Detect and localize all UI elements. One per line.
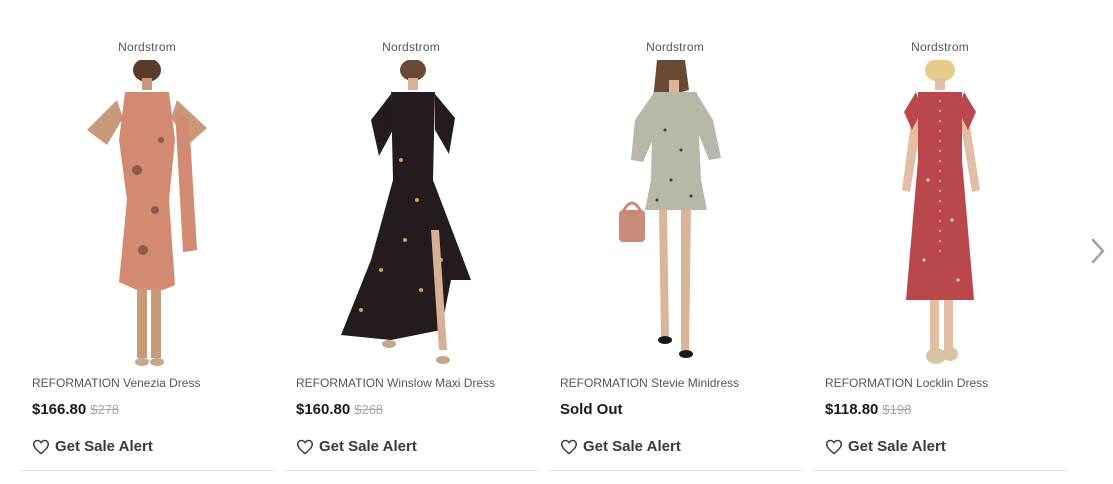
retailer-name: Nordstrom (118, 40, 176, 54)
product-card[interactable]: Nordstrom (814, 30, 1066, 471)
carousel-next-button[interactable] (1088, 236, 1108, 266)
sale-price: $166.80 (32, 401, 87, 418)
sold-out-status: Sold Out (560, 401, 623, 418)
product-card[interactable]: Nordstrom (549, 30, 801, 471)
price-row: Sold Out (560, 401, 623, 419)
heart-icon (32, 439, 50, 455)
product-image[interactable] (585, 60, 765, 370)
product-carousel: Nordstrom REFORMATION Venezia Dress $166… (0, 0, 1113, 484)
get-sale-alert-label: Get Sale Alert (319, 438, 417, 455)
retailer-name: Nordstrom (382, 40, 440, 54)
get-sale-alert-label: Get Sale Alert (848, 438, 946, 455)
product-image[interactable] (321, 60, 501, 370)
product-title[interactable]: REFORMATION Winslow Maxi Dress (296, 376, 495, 390)
product-card[interactable]: Nordstrom (21, 30, 273, 471)
heart-icon (560, 439, 578, 455)
product-title[interactable]: REFORMATION Venezia Dress (32, 376, 200, 390)
original-price: $268 (354, 402, 384, 417)
heart-icon (825, 439, 843, 455)
product-title[interactable]: REFORMATION Stevie Minidress (560, 376, 739, 390)
get-sale-alert-button[interactable]: Get Sale Alert (825, 438, 946, 455)
price-row: $160.80 $268 (296, 401, 383, 419)
product-image[interactable] (850, 60, 1030, 370)
original-price: $198 (882, 402, 912, 417)
sale-price: $160.80 (296, 401, 351, 418)
product-card[interactable]: Nordstrom (285, 30, 537, 471)
sale-price: $118.80 (825, 401, 879, 418)
get-sale-alert-button[interactable]: Get Sale Alert (296, 438, 417, 455)
price-row: $166.80 $278 (32, 401, 119, 419)
get-sale-alert-button[interactable]: Get Sale Alert (32, 438, 153, 455)
retailer-name: Nordstrom (646, 40, 704, 54)
original-price: $278 (90, 402, 120, 417)
price-row: $118.80 $198 (825, 401, 911, 419)
product-image[interactable] (57, 60, 237, 370)
get-sale-alert-label: Get Sale Alert (583, 438, 681, 455)
product-title[interactable]: REFORMATION Locklin Dress (825, 376, 988, 390)
heart-icon (296, 439, 314, 455)
retailer-name: Nordstrom (911, 40, 969, 54)
chevron-right-icon (1091, 238, 1105, 264)
get-sale-alert-label: Get Sale Alert (55, 438, 153, 455)
get-sale-alert-button[interactable]: Get Sale Alert (560, 438, 681, 455)
